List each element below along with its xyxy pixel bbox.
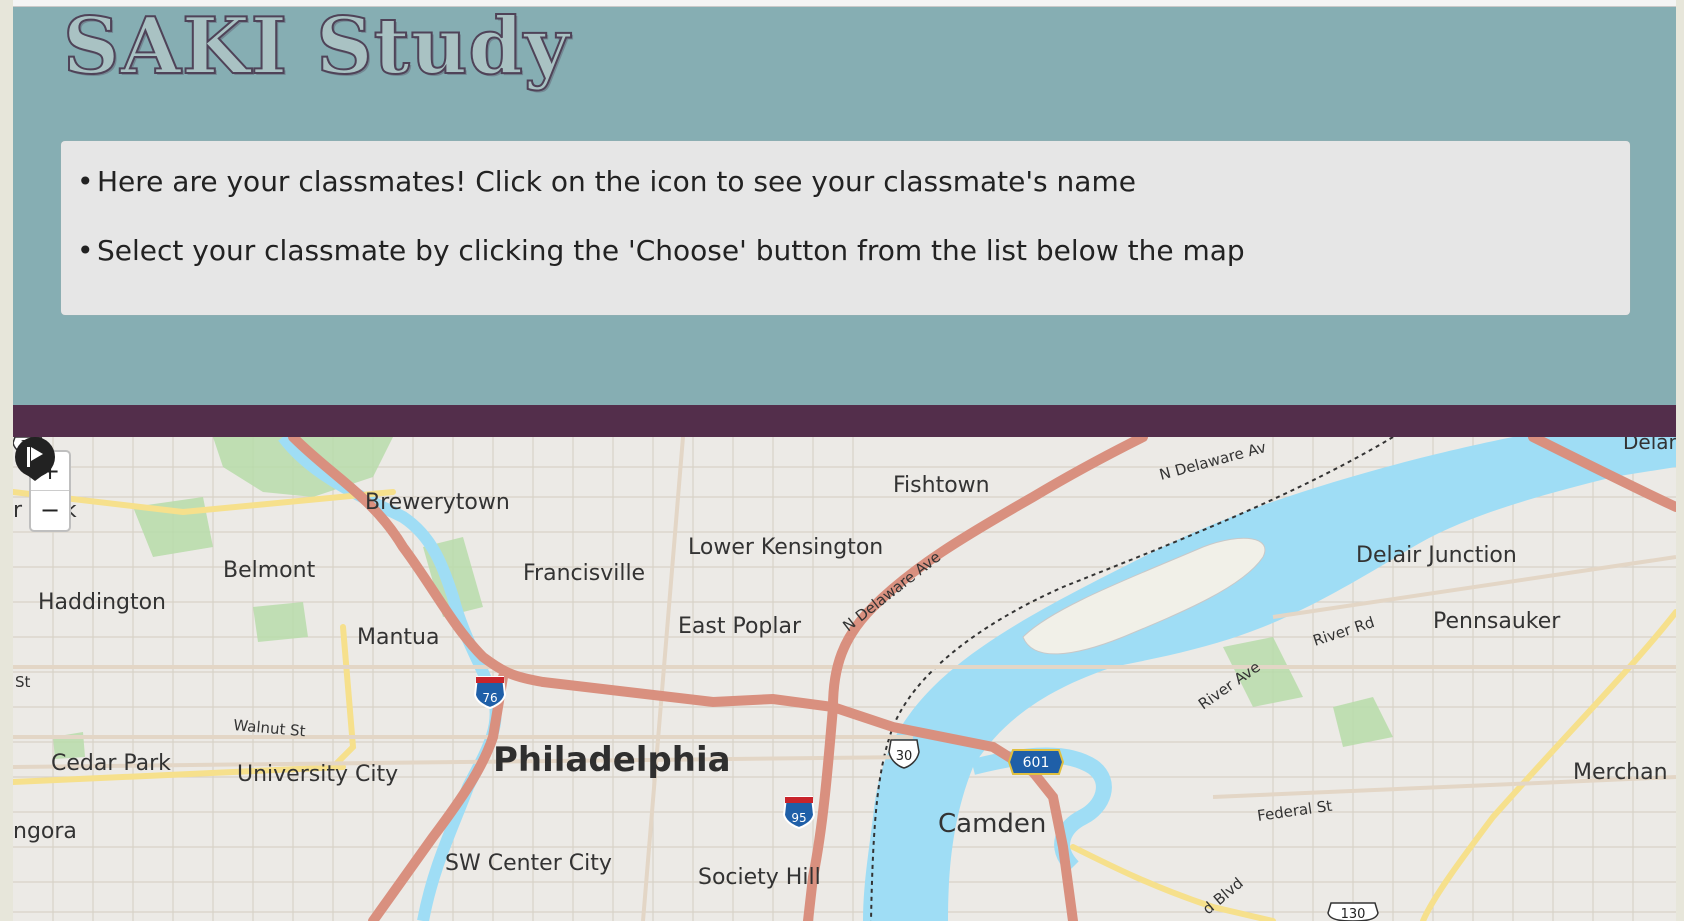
svg-text:76: 76 <box>482 691 497 705</box>
label-federal-st: Federal St <box>1256 797 1333 825</box>
right-margin <box>1676 0 1684 921</box>
label-delair-junction: Delair Junction <box>1356 543 1517 568</box>
label-n-delaware-ave: N Delaware Ave <box>839 548 944 635</box>
instruction-text: Here are your classmates! Click on the i… <box>97 165 1136 198</box>
shield-i76: 76 <box>473 676 507 710</box>
instruction-item: • Select your classmate by clicking the '… <box>77 234 1245 267</box>
zoom-out-button[interactable]: − <box>31 491 69 529</box>
section-divider <box>13 405 1676 437</box>
instruction-text: Select your classmate by clicking the 'C… <box>97 234 1245 267</box>
label-francisville: Francisville <box>523 561 645 586</box>
bullet-icon: • <box>77 234 94 267</box>
instructions-panel: • Here are your classmates! Click on the … <box>61 141 1630 315</box>
map-tiles[interactable]: Fishtown Brewerytown r Park Belmont Fran… <box>13 437 1676 921</box>
label-university-city: University City <box>237 762 398 787</box>
left-margin <box>0 0 13 921</box>
bullet-icon: • <box>77 165 94 198</box>
label-brewerytown: Brewerytown <box>365 490 510 515</box>
label-philadelphia: Philadelphia <box>493 740 731 780</box>
label-haddington: Haddington <box>38 590 166 615</box>
app-title: SAKI Study <box>62 0 571 93</box>
label-pennsauken: Pennsauker <box>1433 609 1561 634</box>
label-fishtown: Fishtown <box>893 473 990 498</box>
instruction-item: • Here are your classmates! Click on the … <box>77 165 1136 198</box>
classmate-marker-icon[interactable] <box>13 437 57 481</box>
shield-i95: 95 <box>782 796 816 830</box>
label-angora: ngora <box>13 819 77 844</box>
shield-601: 601 <box>1007 749 1065 775</box>
label-east-poplar: East Poplar <box>678 614 802 639</box>
label-cedar-park: Cedar Park <box>51 751 171 776</box>
svg-text:130: 130 <box>1341 907 1366 921</box>
label-society-hill: Society Hill <box>698 865 821 890</box>
label-river-rd: River Rd <box>1311 613 1377 650</box>
label-belmont: Belmont <box>223 558 316 583</box>
svg-text:601: 601 <box>1023 755 1050 771</box>
svg-text:30: 30 <box>896 749 913 764</box>
shield-us130: 130 <box>1327 902 1379 921</box>
label-merchantville: Merchan <box>1573 760 1668 785</box>
label-st: St <box>15 673 31 691</box>
label-mantua: Mantua <box>357 625 439 650</box>
label-camden: Camden <box>938 809 1046 839</box>
page-header: SAKI Study • Here are your classmates! Cl… <box>13 0 1676 405</box>
label-lower-kensington: Lower Kensington <box>688 535 883 560</box>
svg-text:95: 95 <box>791 811 806 825</box>
label-sw-center-city: SW Center City <box>445 851 612 876</box>
classmates-map[interactable]: Fishtown Brewerytown r Park Belmont Fran… <box>13 437 1676 921</box>
label-delair-edge: Delan <box>1623 437 1676 454</box>
label-n-delaware-av: N Delaware Av <box>1157 438 1268 484</box>
